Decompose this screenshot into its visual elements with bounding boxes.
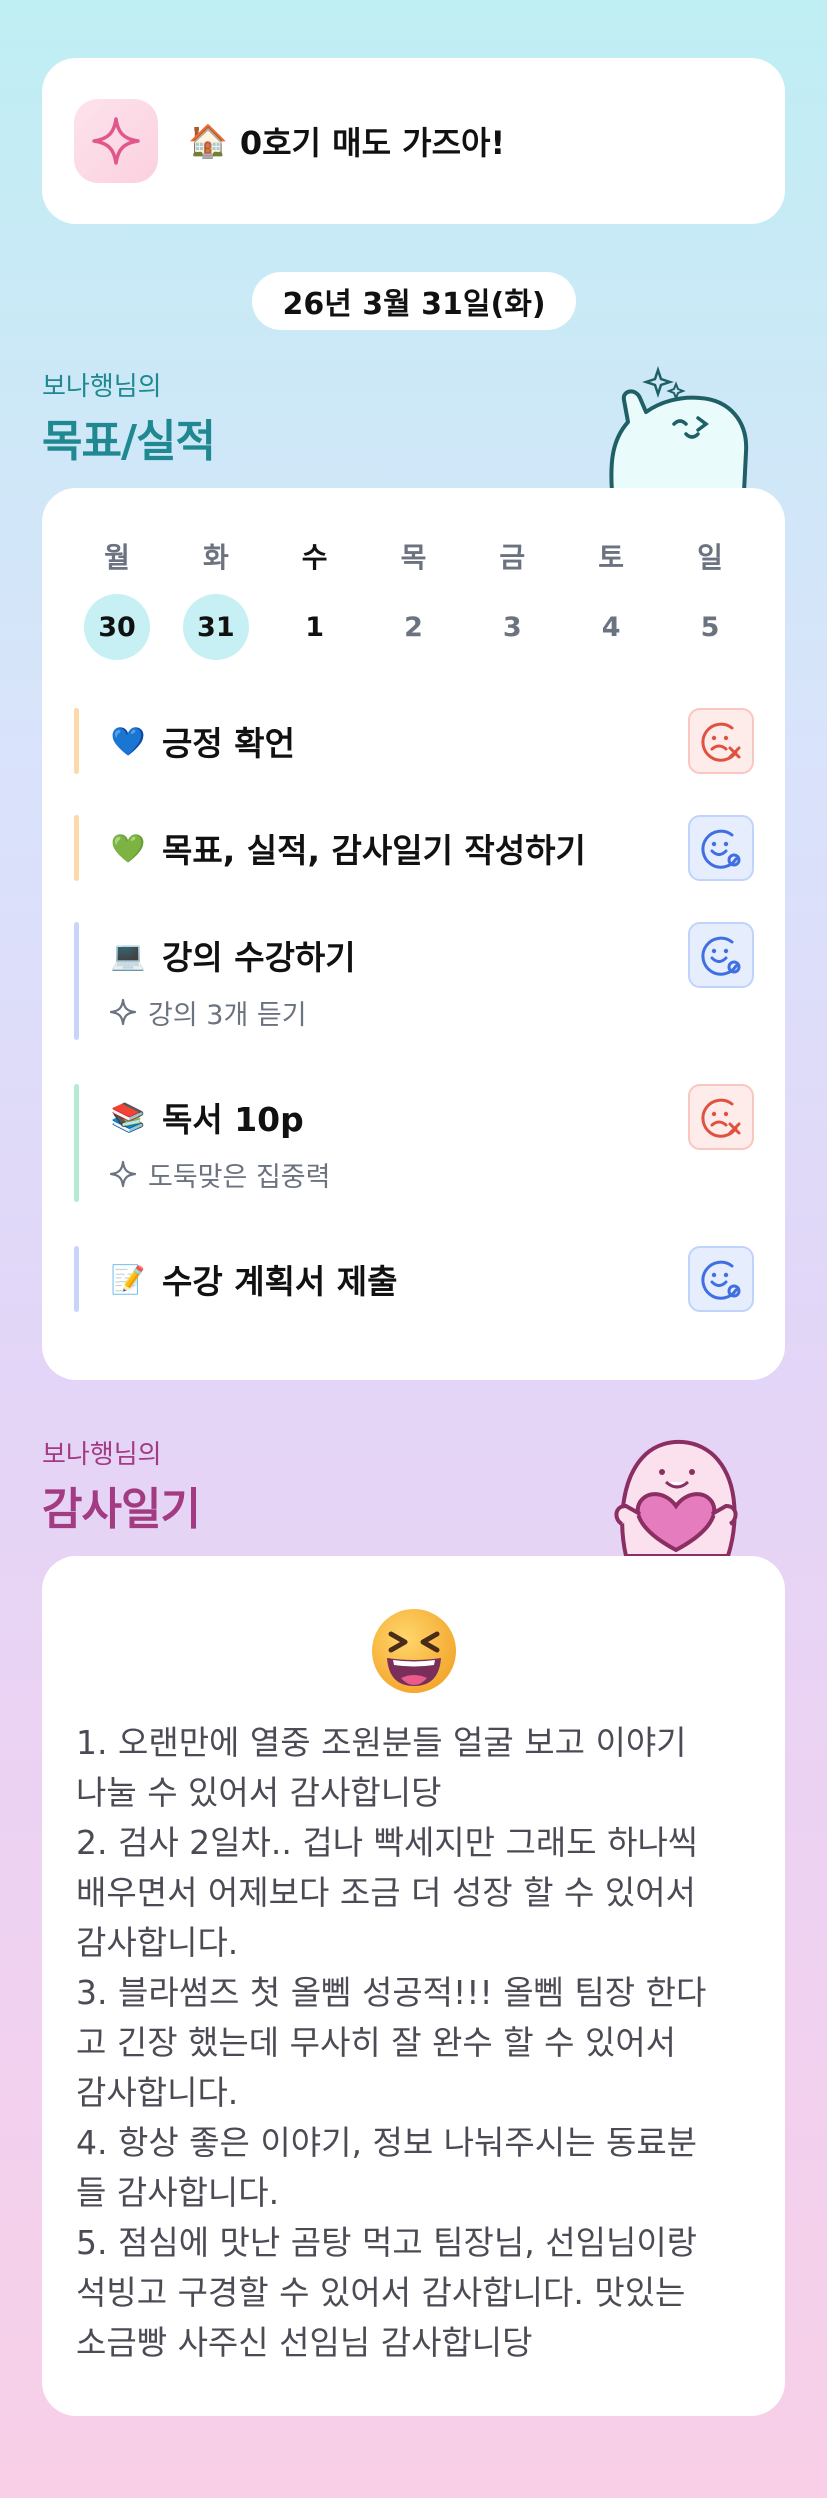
date-30[interactable]: 30 bbox=[84, 594, 150, 660]
happy-face-check-icon bbox=[701, 829, 741, 869]
laughing-face-icon bbox=[372, 1609, 456, 1693]
weekday-sat: 토 bbox=[598, 541, 625, 574]
house-icon: 🏠 bbox=[188, 122, 228, 160]
goals-section-subtitle: 보나행님의 bbox=[42, 372, 162, 402]
task-label: 독서 10p bbox=[162, 1100, 304, 1139]
happy-face-check-icon bbox=[701, 1260, 741, 1300]
weekday-row: 월 화 수 목 금 토 일 bbox=[42, 536, 785, 576]
task-bar bbox=[74, 1084, 79, 1202]
goal-text: 0호기 매도 가즈아! bbox=[239, 124, 506, 162]
task-bar bbox=[74, 815, 79, 881]
goals-section-header: 보나행님의 목표/실적 bbox=[42, 366, 216, 469]
laptop-icon: 💻 bbox=[110, 938, 146, 972]
gratitude-section-subtitle: 보나행님의 bbox=[42, 1440, 162, 1470]
date-31[interactable]: 31 bbox=[182, 594, 249, 660]
weekday-mon: 월 bbox=[104, 541, 130, 574]
gratitude-section-title: 감사일기 bbox=[42, 1484, 201, 1535]
books-icon: 📚 bbox=[110, 1100, 146, 1134]
goal-text-group: 🏠 0호기 매도 가즈아! bbox=[188, 118, 505, 164]
status-ok-button[interactable] bbox=[688, 815, 754, 881]
sad-face-x-icon bbox=[701, 722, 741, 762]
weekday-fri: 금 bbox=[499, 541, 526, 574]
mascot-heart-icon bbox=[614, 1440, 738, 1558]
sparkle-outline-icon bbox=[109, 998, 137, 1026]
goals-section-title: 목표/실적 bbox=[42, 416, 216, 467]
date-3[interactable]: 3 bbox=[479, 594, 545, 660]
task-item[interactable]: 📚 독서 10p 도둑맞은 집중력 bbox=[74, 1084, 754, 1202]
task-subtitle: 강의 3개 듣기 bbox=[148, 999, 307, 1031]
sad-face-x-icon bbox=[701, 1098, 741, 1138]
task-subtitle: 도둑맞은 집중력 bbox=[148, 1161, 331, 1193]
sparkle-outline-icon bbox=[109, 1160, 137, 1188]
task-bar bbox=[74, 1246, 79, 1312]
task-label: 긍정 확언 bbox=[162, 724, 295, 763]
mascot-waving-icon bbox=[609, 366, 749, 492]
blue-heart-icon: 💙 bbox=[110, 724, 146, 758]
task-bar bbox=[74, 922, 79, 1040]
date-5[interactable]: 5 bbox=[677, 594, 743, 660]
task-item[interactable]: 💻 강의 수강하기 강의 3개 듣기 bbox=[74, 922, 754, 1040]
status-fail-button[interactable] bbox=[688, 1084, 754, 1150]
task-label: 수강 계획서 제출 bbox=[162, 1262, 398, 1301]
goals-card: 월 화 수 목 금 토 일 30 31 1 2 3 4 5 💙 긍정 확언 💚 … bbox=[42, 488, 785, 1380]
weekday-tue: 화 bbox=[202, 541, 229, 574]
status-ok-button[interactable] bbox=[688, 1246, 754, 1312]
gratitude-text: 1. 오랜만에 열중 조원분들 얼굴 보고 이야기 나눌 수 있어서 감사합니당… bbox=[76, 1723, 707, 2362]
goal-card[interactable]: 🏠 0호기 매도 가즈아! bbox=[42, 58, 785, 224]
task-subtitle-row: 도둑맞은 집중력 bbox=[74, 1154, 754, 1194]
green-heart-icon: 💚 bbox=[110, 831, 146, 865]
week-calendar: 월 화 수 목 금 토 일 30 31 1 2 3 4 5 bbox=[42, 536, 785, 660]
gratitude-section-header: 보나행님의 감사일기 bbox=[42, 1434, 201, 1537]
status-ok-button[interactable] bbox=[688, 922, 754, 988]
memo-icon: 📝 bbox=[110, 1262, 146, 1296]
task-subtitle-row: 강의 3개 듣기 bbox=[74, 992, 754, 1032]
weekday-wed: 수 bbox=[301, 541, 328, 574]
status-fail-button[interactable] bbox=[688, 708, 754, 774]
task-label: 강의 수강하기 bbox=[162, 938, 356, 977]
task-item[interactable]: 📝 수강 계획서 제출 bbox=[74, 1246, 754, 1312]
date-2[interactable]: 2 bbox=[380, 594, 446, 660]
weekday-thu: 목 bbox=[400, 541, 427, 574]
sparkle-icon bbox=[74, 99, 158, 183]
task-bar bbox=[74, 708, 79, 774]
weekday-sun: 일 bbox=[697, 541, 723, 574]
date-row: 30 31 1 2 3 4 5 bbox=[42, 594, 785, 660]
gratitude-card: 1. 오랜만에 열중 조원분들 얼굴 보고 이야기 나눌 수 있어서 감사합니당… bbox=[42, 1556, 785, 2416]
date-4[interactable]: 4 bbox=[578, 594, 644, 660]
happy-face-check-icon bbox=[701, 936, 741, 976]
date-1[interactable]: 1 bbox=[282, 594, 348, 660]
task-item[interactable]: 💚 목표, 실적, 감사일기 작성하기 bbox=[74, 815, 754, 881]
date-pill[interactable]: 26년 3월 31일(화) bbox=[252, 272, 576, 330]
task-item[interactable]: 💙 긍정 확언 bbox=[74, 708, 754, 774]
task-label: 목표, 실적, 감사일기 작성하기 bbox=[162, 831, 586, 870]
